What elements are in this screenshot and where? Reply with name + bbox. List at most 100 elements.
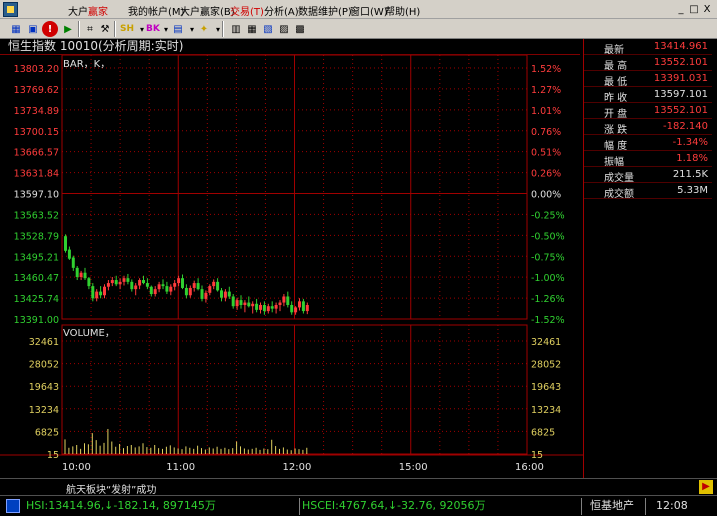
candle-body <box>266 306 270 312</box>
menu-trade[interactable]: 交易(T) <box>230 3 264 18</box>
candle-body <box>71 257 75 268</box>
quote-row: 成交额 5.33M <box>584 183 712 200</box>
volume-tick-label-right: 6825 <box>531 427 555 438</box>
candle-body <box>227 291 231 297</box>
price-tick-label: 13803.20 <box>14 64 59 75</box>
clock: 12:08 <box>656 499 688 512</box>
candle-body <box>75 267 79 277</box>
sh-market-button[interactable]: SH <box>120 21 134 37</box>
quote-value: 5.33M <box>677 185 708 196</box>
hscei-ticker[interactable]: HSCEI:4767.64,↓-32.76, 92056万 <box>302 498 582 515</box>
candle-body <box>122 278 126 282</box>
candle-body <box>259 304 262 310</box>
candle-body <box>231 296 235 307</box>
quote-label: 最新 <box>604 45 624 56</box>
chart-icon[interactable]: ⌗ <box>82 21 98 37</box>
quote-label: 成交额 <box>604 189 634 200</box>
ticker-bar: HSI:13414.96,↓-182.14, 897145万 HSCEI:476… <box>0 495 717 516</box>
news-icon[interactable]: ▩ <box>292 21 308 37</box>
quote-label: 成交量 <box>604 173 634 184</box>
menu-analysis[interactable]: 分析(A) <box>264 3 299 18</box>
quote-label: 最 低 <box>604 77 628 88</box>
candle-body <box>181 278 184 288</box>
price-volume-chart[interactable]: 13803.20 1.52% 13769.62 1.27% 13734.89 1.01% 1… <box>0 55 583 495</box>
candle-body <box>153 289 157 295</box>
tools-icon[interactable]: ⚒ <box>97 21 113 37</box>
menu-data-maintenance[interactable]: 数据维护(P) <box>298 3 352 18</box>
monitor-icon[interactable]: ▣ <box>25 21 41 37</box>
candle-body <box>103 286 106 296</box>
percent-tick-label: -0.50% <box>531 231 565 242</box>
price-tick-label: 13495.21 <box>14 252 59 263</box>
volume-tick-label-right: 19643 <box>531 382 561 393</box>
alert-icon[interactable]: ▶ <box>699 480 713 494</box>
percent-tick-label: 0.76% <box>531 127 561 138</box>
quote-value: 13552.101 <box>653 105 708 116</box>
percent-tick-label: 0.51% <box>531 148 561 159</box>
quote-icon[interactable]: ▦ <box>8 21 24 37</box>
volume-grid <box>0 324 583 456</box>
time-tick-label: 15:00 <box>399 462 428 473</box>
price-tick-label: 13631.84 <box>14 169 59 180</box>
candle-body <box>282 296 286 303</box>
candle-body <box>286 296 290 305</box>
candle-body <box>177 278 181 284</box>
axis-labels: 13803.20 1.52% 13769.62 1.27% 13734.89 1.01% 1… <box>14 64 565 473</box>
stop-icon[interactable]: ! <box>42 21 58 37</box>
candle-body <box>165 286 169 292</box>
candle-body <box>149 286 153 295</box>
candle-body <box>67 249 71 259</box>
menu-my-account[interactable]: 我的帐户(M) <box>128 3 184 18</box>
percent-tick-label: -1.52% <box>531 315 565 326</box>
percent-tick-label: 0.00% <box>531 190 561 201</box>
menu-help[interactable]: 帮助(H) <box>385 3 420 18</box>
price-tick-label: 13460.47 <box>14 273 59 284</box>
quote-value: -1.34% <box>672 137 708 148</box>
candle-body <box>223 291 227 298</box>
volume-tick-label: 19643 <box>29 382 59 393</box>
candle-body <box>247 302 251 307</box>
candle-body <box>188 287 192 296</box>
percent-tick-label: -1.26% <box>531 294 565 305</box>
play-icon[interactable]: ▶ <box>60 21 76 37</box>
price-tick-label: 13563.52 <box>14 210 59 221</box>
candle-body <box>145 283 149 287</box>
minimize-button[interactable]: _ <box>675 4 687 15</box>
trend-icon[interactable]: ▨ <box>276 21 292 37</box>
menu-big-winner[interactable]: 大户赢家(B) <box>180 3 235 18</box>
hsi-ticker[interactable]: HSI:13414.96,↓-182.14, 897145万 <box>26 498 300 515</box>
grid-icon[interactable]: ▥ <box>228 21 244 37</box>
menu-window[interactable]: 窗口(W) <box>350 3 388 18</box>
table-icon[interactable]: ▦ <box>244 21 260 37</box>
candle-body <box>220 290 223 298</box>
kline-icon[interactable]: ▧ <box>260 21 276 37</box>
quote-value: 13391.031 <box>653 73 708 84</box>
candle-body <box>294 307 298 313</box>
maximize-button[interactable]: □ <box>688 4 700 15</box>
quote-value: 13552.101 <box>653 57 708 68</box>
ticker-icon[interactable] <box>6 499 20 513</box>
volume-tick-label-right: 15 <box>531 450 543 461</box>
quote-label: 昨 收 <box>604 93 628 104</box>
price-tick-label: 13597.10 <box>14 190 59 201</box>
quote-row: 成交量 211.5K <box>584 167 712 184</box>
menu-bar: 大户赢家 我的帐户(M) 大户赢家(B) 交易(T) 分析(A) 数据维护(P)… <box>0 0 717 19</box>
candle-body <box>251 303 255 307</box>
quote-row: 昨 收 13597.101 <box>584 87 712 104</box>
candle-body <box>239 300 243 305</box>
toolbar-separator <box>78 21 80 37</box>
close-button[interactable]: X <box>701 4 713 15</box>
quote-label: 最 高 <box>604 61 628 72</box>
candle-body <box>192 283 196 288</box>
quote-panel: 最新 13414.961 最 高 13552.101 最 低 13391.031 昨 收 13… <box>583 39 717 497</box>
candle-body <box>64 236 67 251</box>
candle-body <box>305 304 309 312</box>
price-tick-label: 13425.74 <box>14 294 59 305</box>
percent-tick-label: -0.25% <box>531 210 565 221</box>
quote-label: 幅 度 <box>604 141 628 152</box>
quote-row: 幅 度 -1.34% <box>584 135 712 152</box>
stock-name[interactable]: 恒基地产 <box>590 498 646 515</box>
candle-body <box>216 281 220 291</box>
candle-body <box>118 281 122 285</box>
price-tick-label: 13769.62 <box>14 85 59 96</box>
